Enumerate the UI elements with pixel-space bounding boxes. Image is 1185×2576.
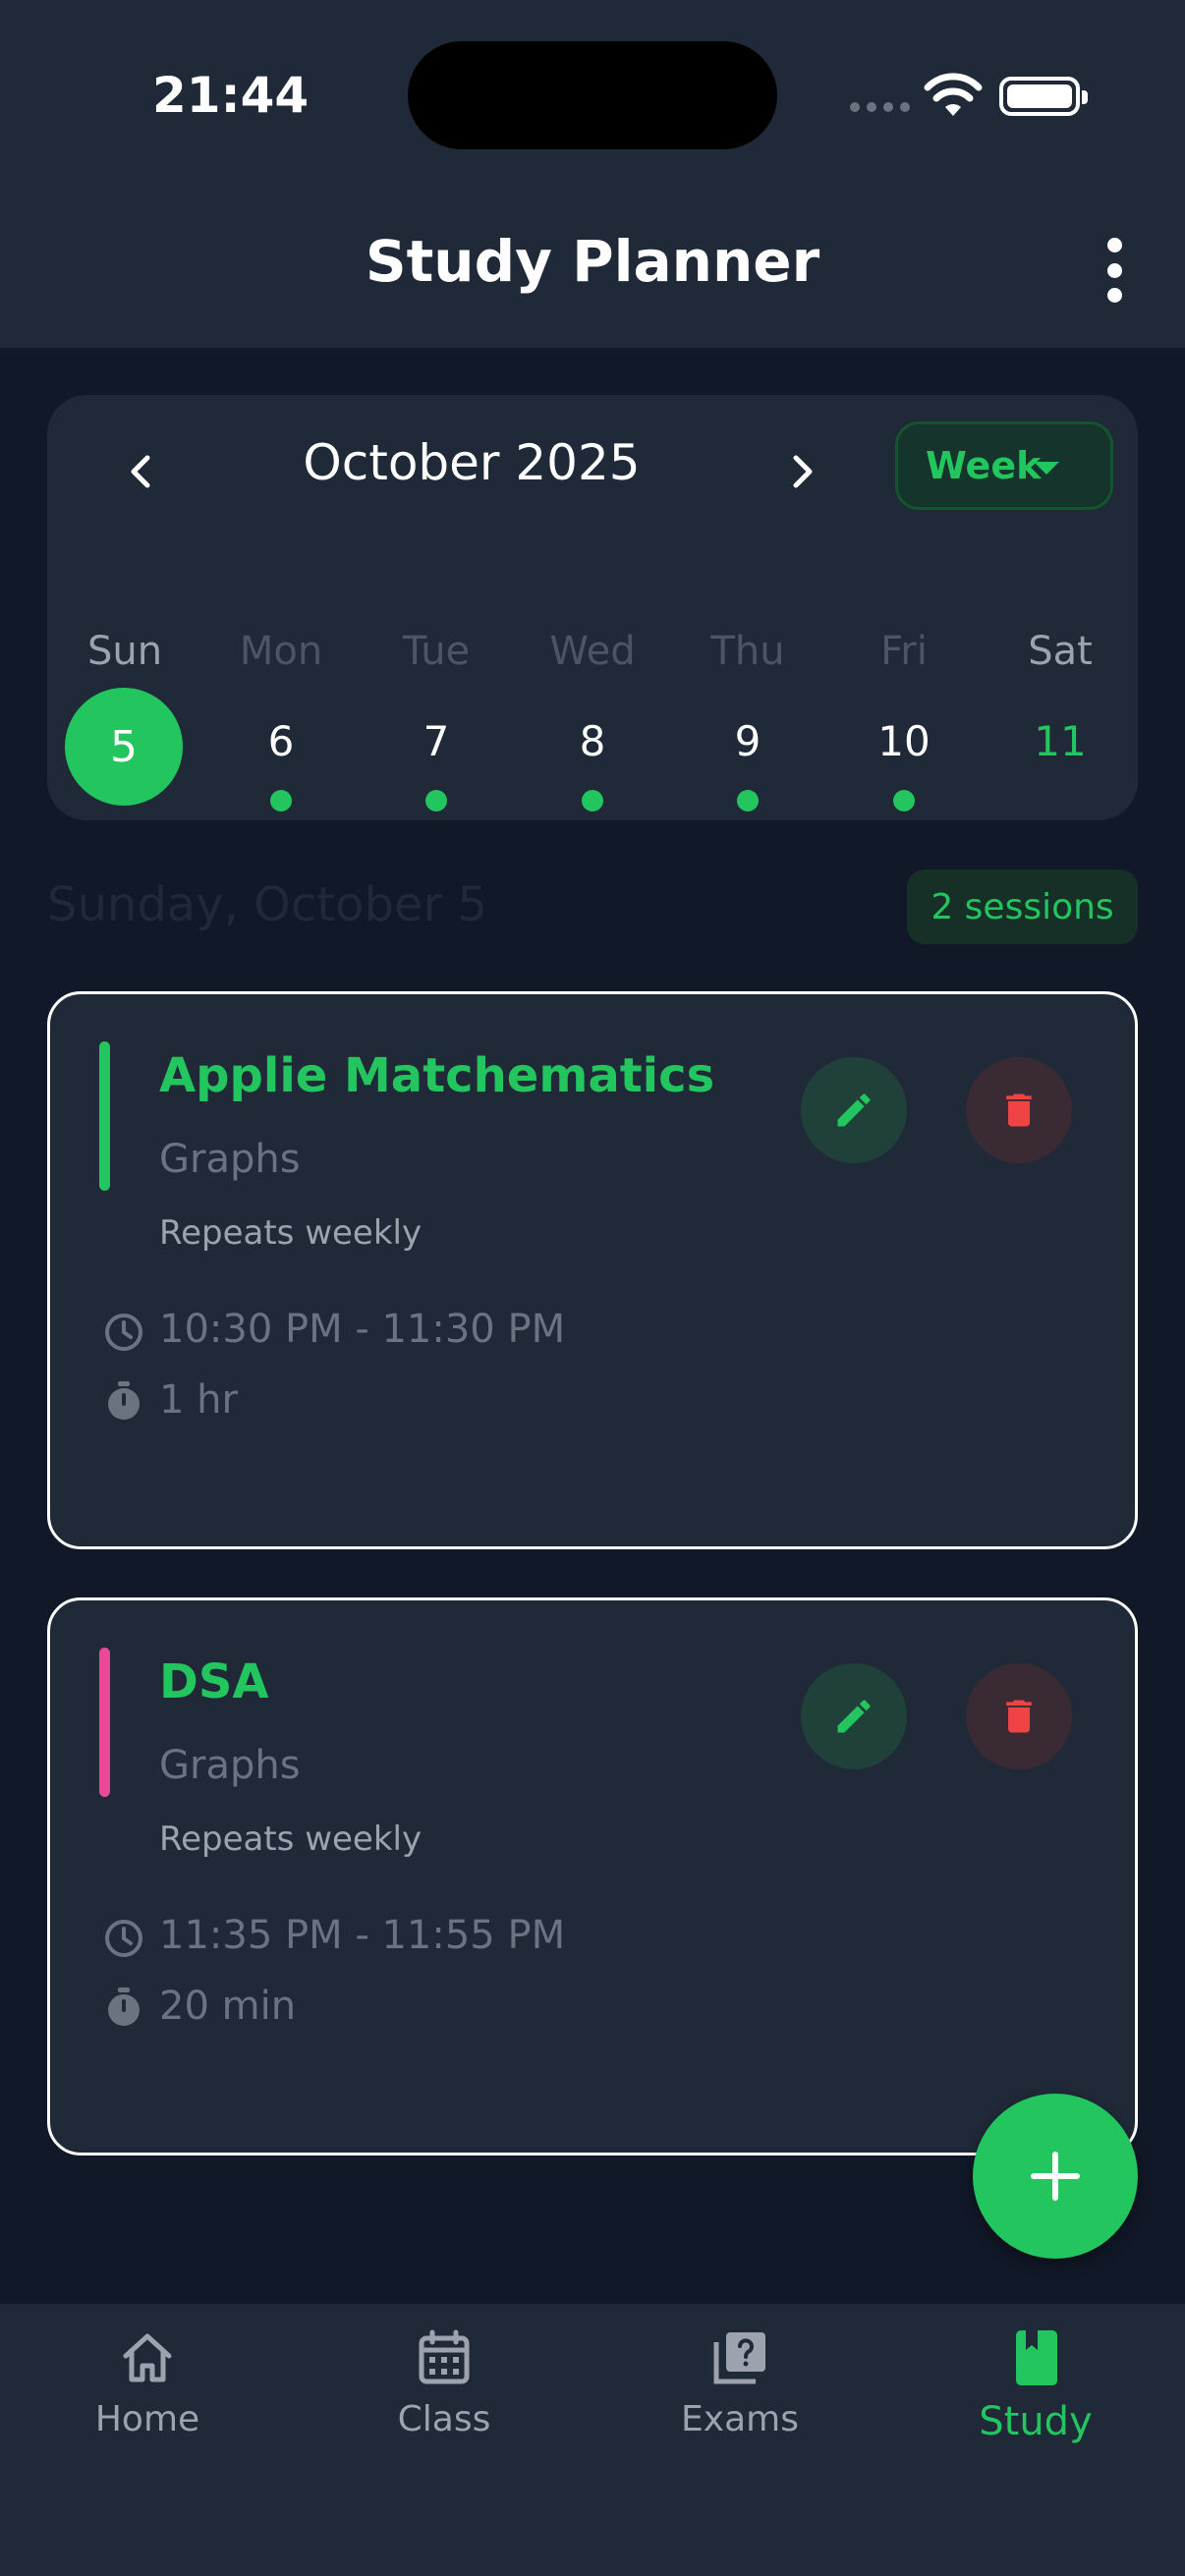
battery-icon: [999, 77, 1088, 116]
nav-item-class[interactable]: Class: [297, 2326, 592, 2439]
status-time: 21:44: [152, 67, 310, 124]
calendar-icon: [419, 2329, 470, 2384]
edit-session-button[interactable]: [801, 1057, 907, 1163]
wifi-icon: [924, 73, 983, 116]
calendar-day[interactable]: 10: [835, 717, 973, 765]
month-label: October 2025: [303, 434, 641, 491]
calendar-day-selected[interactable]: 5: [65, 688, 183, 806]
session-repeat: Repeats weekly: [159, 1820, 423, 1859]
session-color-bar: [99, 1648, 110, 1797]
more-options-icon[interactable]: [1102, 238, 1126, 303]
session-indicator-dot: [893, 790, 915, 812]
session-card[interactable]: Applie Matchematics Graphs Repeats weekl…: [47, 991, 1138, 1549]
calendar-day[interactable]: 7: [367, 717, 505, 765]
timer-icon: [108, 1381, 140, 1420]
session-indicator-dot: [270, 790, 292, 812]
session-indicator-dot: [582, 790, 603, 812]
nav-item-exams[interactable]: Exams: [592, 2326, 887, 2439]
calendar-day[interactable]: 6: [212, 717, 350, 765]
plus-icon: [1031, 2152, 1080, 2201]
trash-icon: [1006, 1093, 1032, 1127]
view-mode-label: Week: [926, 444, 1042, 487]
caret-down-icon: [1034, 462, 1059, 475]
timer-icon: [108, 1988, 140, 2026]
session-card[interactable]: DSA Graphs Repeats weekly 11:35 PM - 11:…: [47, 1597, 1138, 2156]
delete-session-button[interactable]: [966, 1057, 1072, 1163]
nav-item-study[interactable]: Study: [888, 2326, 1183, 2444]
session-repeat: Repeats weekly: [159, 1213, 423, 1253]
session-topic: Graphs: [159, 1137, 301, 1182]
add-session-button[interactable]: [973, 2094, 1138, 2259]
weekday-label: Sat: [1028, 629, 1093, 674]
calendar-day[interactable]: 9: [679, 717, 817, 765]
trash-icon: [1006, 1700, 1032, 1733]
chevron-right-icon[interactable]: [770, 440, 833, 503]
nav-label: Class: [397, 2399, 491, 2439]
session-title: Applie Matchematics: [159, 1048, 715, 1103]
weekday-label: Tue: [402, 629, 471, 674]
calendar-day[interactable]: 11: [991, 717, 1129, 765]
study-planner-screen: 21:44 Study Planner October 2025 Week Su…: [0, 0, 1185, 2576]
edit-session-button[interactable]: [801, 1663, 907, 1769]
dynamic-island: [408, 41, 777, 149]
nav-label: Home: [94, 2399, 200, 2439]
quiz-icon: [713, 2332, 765, 2384]
session-duration: 20 min: [159, 1984, 297, 2029]
page-title: Study Planner: [365, 228, 820, 295]
chevron-left-icon[interactable]: [110, 440, 173, 503]
weekday-label: Wed: [549, 629, 636, 674]
session-indicator-dot: [425, 790, 447, 812]
weekday-label: Thu: [710, 629, 785, 674]
nav-label: Study: [979, 2399, 1093, 2444]
nav-label: Exams: [681, 2399, 799, 2439]
session-title: DSA: [159, 1654, 269, 1709]
cellular-signal-icon: [850, 102, 910, 112]
home-icon: [123, 2333, 172, 2382]
session-time: 10:30 PM - 11:30 PM: [159, 1307, 566, 1352]
session-topic: Graphs: [159, 1743, 301, 1788]
weekday-label: Fri: [880, 629, 928, 674]
weekday-label: Sun: [86, 629, 163, 674]
nav-item-home[interactable]: Home: [0, 2326, 295, 2439]
session-color-bar: [99, 1041, 110, 1191]
pencil-icon: [837, 1700, 871, 1733]
session-time: 11:35 PM - 11:55 PM: [159, 1913, 566, 1958]
book-icon: [1016, 2330, 1057, 2385]
calendar-day[interactable]: 8: [524, 717, 661, 765]
selected-date-heading: Sunday, October 5: [47, 877, 488, 932]
session-duration: 1 hr: [159, 1377, 238, 1423]
pencil-icon: [837, 1093, 871, 1127]
session-indicator-dot: [737, 790, 759, 812]
view-mode-dropdown[interactable]: Week: [895, 421, 1113, 510]
weekday-label: Mon: [239, 629, 323, 674]
delete-session-button[interactable]: [966, 1663, 1072, 1769]
app-header: 21:44 Study Planner: [0, 0, 1185, 348]
clock-icon: [105, 1314, 142, 1351]
session-count-badge: 2 sessions: [907, 869, 1138, 944]
clock-icon: [105, 1920, 142, 1957]
